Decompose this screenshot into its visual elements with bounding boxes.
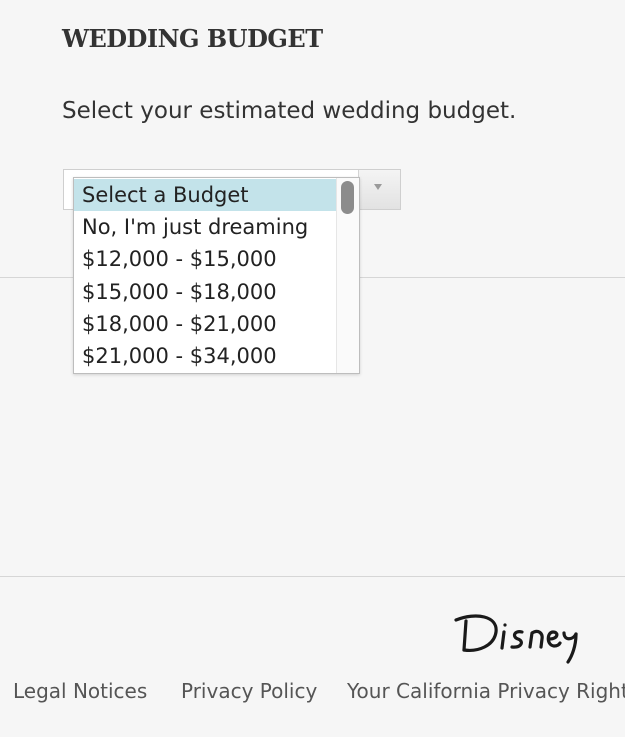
section-title: WEDDING BUDGET <box>62 24 323 53</box>
budget-option-select-a-budget[interactable]: Select a Budget <box>74 179 337 211</box>
budget-prompt: Select your estimated wedding budget. <box>62 98 517 124</box>
scrollbar-thumb[interactable] <box>341 181 354 214</box>
chevron-down-icon <box>374 184 382 190</box>
privacy-policy-link[interactable]: Privacy Policy <box>181 679 317 703</box>
california-privacy-rights-link[interactable]: Your California Privacy Rights <box>347 679 625 703</box>
budget-dropdown-list[interactable]: Select a Budget No, I'm just dreaming $1… <box>73 177 360 374</box>
budget-option-21000-34000[interactable]: $21,000 - $34,000 <box>74 340 337 372</box>
dropdown-toggle-button[interactable] <box>358 170 400 209</box>
dropdown-scrollbar[interactable] <box>336 178 359 373</box>
budget-option-12000-15000[interactable]: $12,000 - $15,000 <box>74 243 337 275</box>
legal-notices-link[interactable]: Legal Notices <box>13 679 147 703</box>
budget-option-15000-18000[interactable]: $15,000 - $18,000 <box>74 276 337 308</box>
disney-logo <box>454 614 578 664</box>
footer-divider <box>0 576 625 577</box>
budget-option-just-dreaming[interactable]: No, I'm just dreaming <box>74 211 337 243</box>
page: WEDDING BUDGET Select your estimated wed… <box>0 0 625 737</box>
budget-option-18000-21000[interactable]: $18,000 - $21,000 <box>74 308 337 340</box>
